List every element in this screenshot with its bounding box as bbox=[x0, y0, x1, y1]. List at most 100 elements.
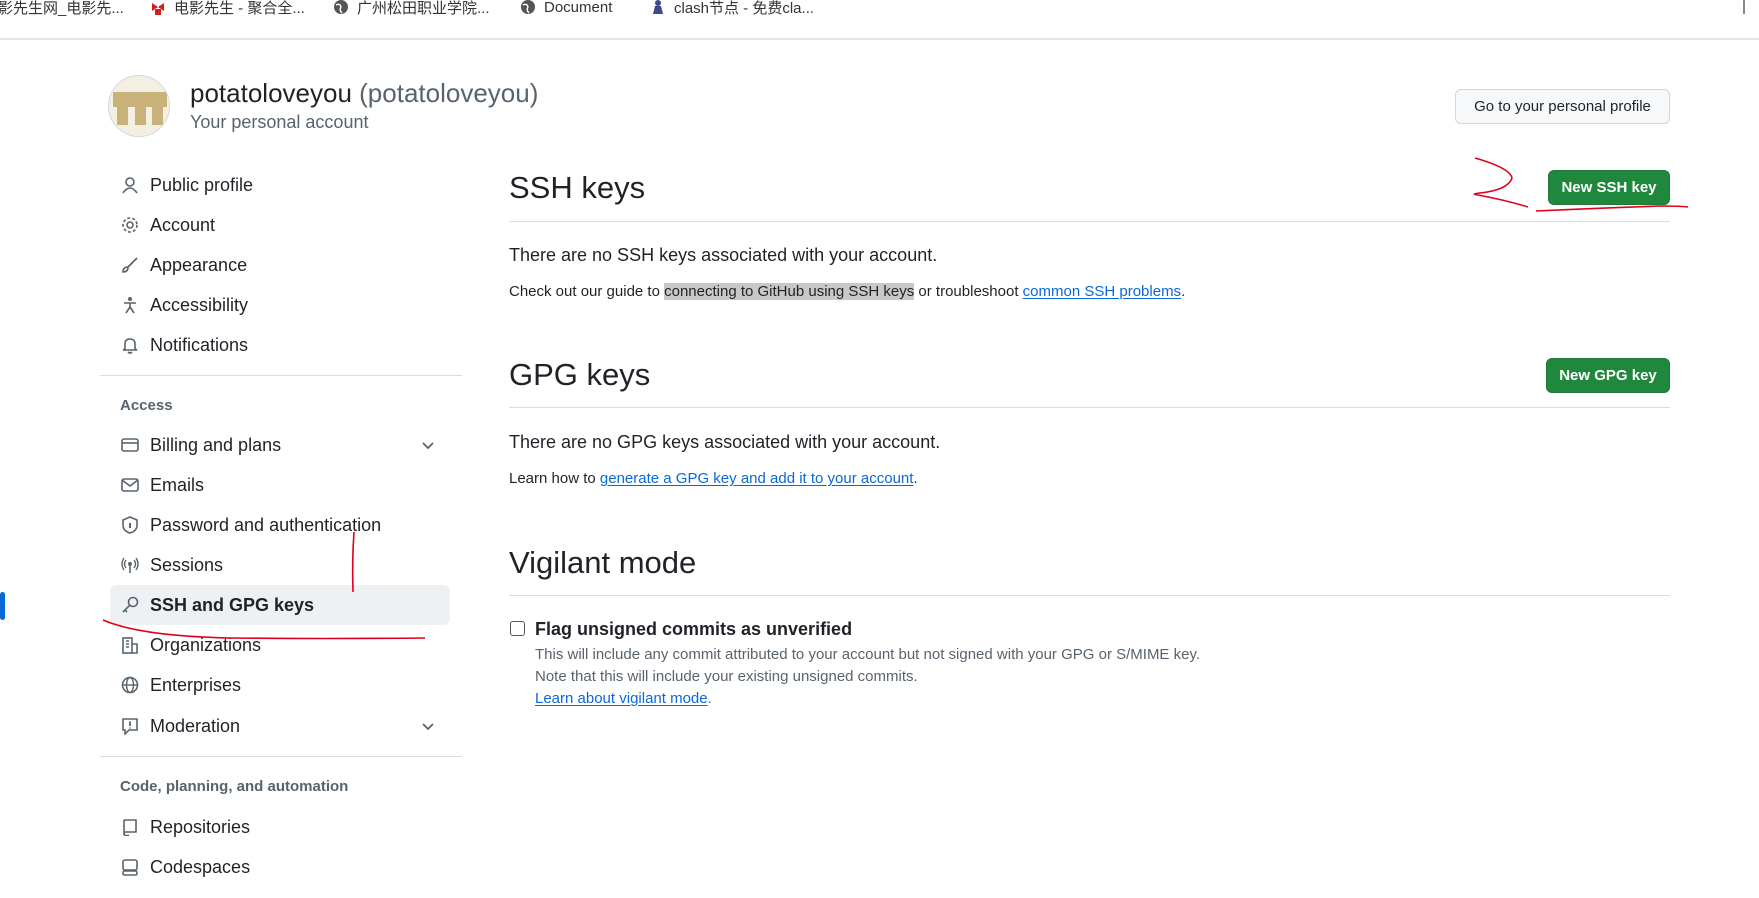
sidebar-item-codespaces[interactable]: Codespaces bbox=[110, 847, 450, 887]
sidebar-divider bbox=[100, 756, 462, 757]
section-divider bbox=[509, 595, 1670, 596]
vigilant-learn-link[interactable]: Learn about vigilant mode bbox=[535, 690, 708, 707]
account-subtitle: Your personal account bbox=[190, 112, 369, 132]
ssh-guide-mid: or troubleshoot bbox=[918, 283, 1019, 300]
ssh-guide-prefix: Check out our guide to bbox=[509, 283, 660, 300]
sidebar-item-password[interactable]: Password and authentication bbox=[110, 505, 450, 545]
sidebar-item-label: Account bbox=[150, 214, 216, 235]
vigilant-learn: Learn about vigilant mode. bbox=[535, 690, 712, 707]
person-icon bbox=[119, 174, 141, 196]
sidebar-item-label: Accessibility bbox=[150, 294, 249, 315]
gpg-learn-text: Learn how to generate a GPG key and add … bbox=[509, 470, 918, 487]
sidebar-item-label: Emails bbox=[150, 474, 205, 495]
sidebar-item-account[interactable]: Account bbox=[110, 205, 450, 245]
report-icon bbox=[119, 715, 141, 737]
globe-icon bbox=[521, 0, 535, 14]
vigilant-mode-heading: Vigilant mode bbox=[509, 545, 697, 580]
ssh-guide-text: Check out our guide to connecting to Git… bbox=[509, 283, 1185, 300]
sidebar-item-label: Billing and plans bbox=[150, 434, 282, 455]
new-gpg-key-button[interactable]: New GPG key bbox=[1546, 358, 1670, 393]
bookmarks-bar: 影先生网_电影先... 电影先生 - 聚合全... 广州松田职业学院... Do… bbox=[0, 0, 1759, 40]
active-indicator bbox=[0, 592, 5, 620]
mail-icon bbox=[119, 474, 141, 496]
annotation-underline-ssh-button bbox=[1535, 205, 1689, 212]
avatar-identicon bbox=[109, 76, 169, 136]
repo-icon bbox=[119, 816, 141, 838]
chevron-down-icon[interactable] bbox=[418, 716, 438, 736]
sidebar-group-title-code: Code, planning, and automation bbox=[120, 778, 349, 795]
sidebar-item-label: Appearance bbox=[150, 254, 248, 275]
ssh-empty-message: There are no SSH keys associated with yo… bbox=[509, 245, 938, 265]
ssh-problems-link[interactable]: common SSH problems bbox=[1023, 283, 1181, 300]
gpg-learn-suffix: . bbox=[913, 470, 918, 487]
sidebar-item-moderation[interactable]: Moderation bbox=[110, 706, 450, 746]
bookmark-item[interactable]: 广州松田职业学院... bbox=[333, 0, 490, 17]
bookmarks-overflow-edge bbox=[1743, 0, 1745, 14]
gpg-learn-prefix: Learn how to bbox=[509, 470, 596, 487]
bookmark-label: 影先生网_电影先... bbox=[0, 0, 124, 17]
login-name: (potatoloveyou) bbox=[359, 78, 539, 108]
globe-icon bbox=[334, 0, 348, 14]
sidebar-divider bbox=[100, 375, 462, 376]
new-ssh-key-button[interactable]: New SSH key bbox=[1548, 170, 1670, 205]
vigilant-note-2: Note that this will include your existin… bbox=[535, 668, 918, 685]
sidebar-item-label: Organizations bbox=[150, 634, 262, 655]
bookmark-item[interactable]: 电影先生 - 聚合全... bbox=[150, 0, 305, 17]
sidebar-item-emails[interactable]: Emails bbox=[110, 465, 450, 505]
section-divider bbox=[509, 407, 1670, 408]
account-name: potatoloveyou (potatoloveyou) bbox=[190, 78, 538, 109]
chevron-down-icon[interactable] bbox=[418, 435, 438, 455]
sidebar-item-ssh-gpg-keys[interactable]: SSH and GPG keys bbox=[110, 585, 450, 625]
sidebar-item-notifications[interactable]: Notifications bbox=[110, 325, 450, 365]
sidebar-item-appearance[interactable]: Appearance bbox=[110, 245, 450, 285]
sidebar-item-accessibility[interactable]: Accessibility bbox=[110, 285, 450, 325]
bookmark-item[interactable]: 影先生网_电影先... bbox=[0, 0, 124, 17]
sidebar-item-label: Moderation bbox=[150, 715, 241, 736]
bookmark-label: Document bbox=[544, 0, 613, 16]
display-name[interactable]: potatoloveyou bbox=[190, 78, 352, 108]
vigilant-learn-suffix: . bbox=[707, 690, 712, 707]
bookmark-label: 电影先生 - 聚合全... bbox=[174, 0, 305, 17]
shield-lock-icon bbox=[119, 514, 141, 536]
globe-icon bbox=[119, 674, 141, 696]
sidebar-item-billing[interactable]: Billing and plans bbox=[110, 425, 450, 465]
accessibility-icon bbox=[119, 294, 141, 316]
gpg-generate-link[interactable]: generate a GPG key and add it to your ac… bbox=[600, 470, 914, 487]
sidebar-item-enterprises[interactable]: Enterprises bbox=[110, 665, 450, 705]
bow-icon bbox=[152, 3, 164, 15]
sidebar-item-label: Public profile bbox=[150, 174, 254, 195]
sidebar-item-repositories[interactable]: Repositories bbox=[110, 807, 450, 847]
bookmark-item[interactable]: clash节点 - 免费cla... bbox=[650, 0, 814, 17]
sidebar-group-title-access: Access bbox=[120, 397, 173, 414]
sidebar-item-label: Password and authentication bbox=[150, 514, 382, 535]
paintbrush-icon bbox=[119, 254, 141, 276]
organization-icon bbox=[119, 634, 141, 656]
annotation-number-2 bbox=[1473, 157, 1529, 208]
ssh-guide-suffix: . bbox=[1181, 283, 1186, 300]
bookmark-label: 广州松田职业学院... bbox=[357, 0, 490, 17]
sidebar-item-organizations[interactable]: Organizations bbox=[110, 625, 450, 665]
bookmark-item[interactable]: Document bbox=[520, 0, 612, 17]
flag-unsigned-commits-label[interactable]: Flag unsigned commits as unverified bbox=[535, 619, 852, 640]
sidebar-item-sessions[interactable]: Sessions bbox=[110, 545, 450, 585]
section-divider bbox=[509, 221, 1670, 222]
codespaces-icon bbox=[119, 856, 141, 878]
sidebar-item-label: Repositories bbox=[150, 816, 251, 837]
person-icon bbox=[653, 0, 663, 14]
avatar[interactable] bbox=[108, 75, 170, 137]
sidebar-item-label: Notifications bbox=[150, 334, 249, 355]
gpg-keys-heading: GPG keys bbox=[509, 357, 651, 392]
flag-unsigned-commits-checkbox[interactable] bbox=[510, 621, 525, 636]
sidebar-item-label: Codespaces bbox=[150, 856, 251, 877]
sidebar-item-label: SSH and GPG keys bbox=[150, 594, 315, 615]
ssh-guide-link[interactable]: connecting to GitHub using SSH keys bbox=[664, 283, 915, 300]
credit-card-icon bbox=[119, 434, 141, 456]
sidebar-item-label: Enterprises bbox=[150, 674, 242, 695]
bookmark-label: clash节点 - 免费cla... bbox=[674, 0, 815, 17]
sidebar-item-public-profile[interactable]: Public profile bbox=[110, 165, 450, 205]
vigilant-note-1: This will include any commit attributed … bbox=[535, 646, 1201, 663]
go-to-profile-button[interactable]: Go to your personal profile bbox=[1455, 89, 1670, 124]
key-icon bbox=[119, 594, 141, 616]
ssh-keys-heading: SSH keys bbox=[509, 170, 646, 205]
broadcast-icon bbox=[119, 554, 141, 576]
